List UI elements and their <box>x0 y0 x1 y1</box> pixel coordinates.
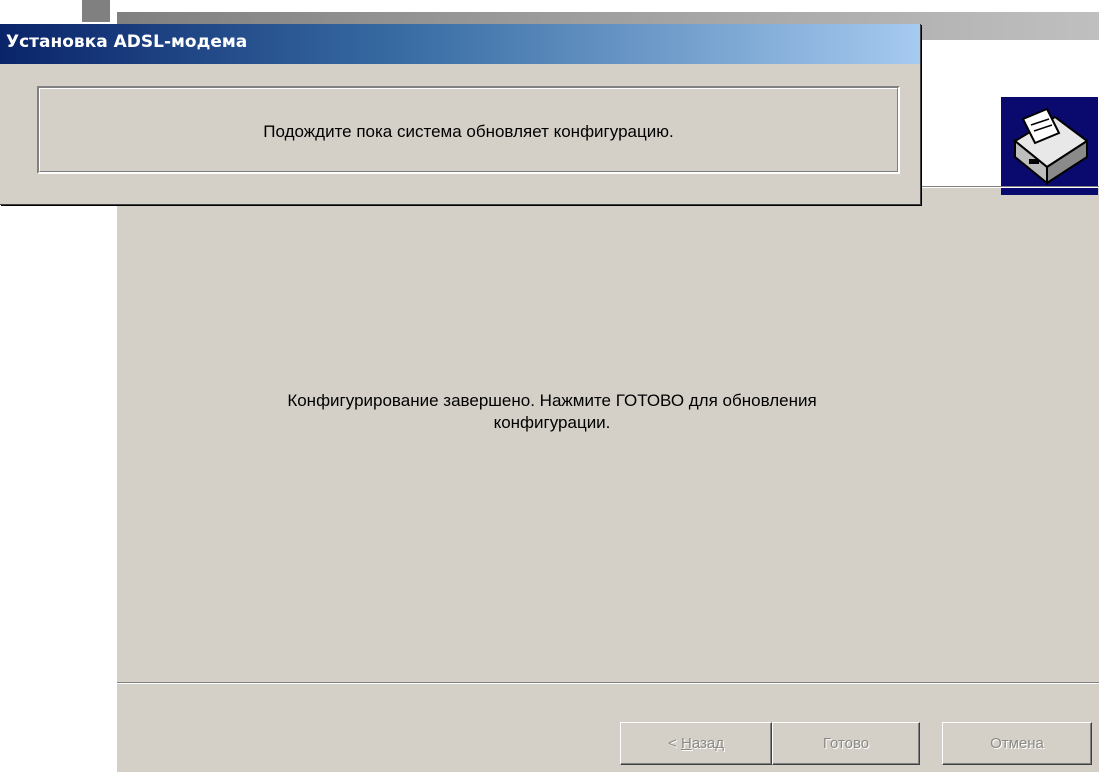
wizard-titlebar-fragment <box>82 0 110 22</box>
dialog-title: Установка ADSL-модема <box>6 32 248 52</box>
back-button-prefix: < <box>668 735 681 752</box>
finish-button-label: Готово <box>822 735 870 752</box>
back-button-mnemonic: Н <box>680 735 692 752</box>
back-button-label: азад <box>691 735 724 752</box>
completion-message: Конфигурирование завершено. Нажмите ГОТО… <box>117 390 987 434</box>
completion-message-line1: Конфигурирование завершено. Нажмите ГОТО… <box>287 391 817 410</box>
dialog-message-panel-inner: Подождите пока система обновляет конфигу… <box>39 88 898 172</box>
cancel-button[interactable]: Отмена <box>942 722 1092 765</box>
dialog-message-panel: Подождите пока система обновляет конфигу… <box>37 86 900 174</box>
footer-divider <box>117 682 1099 684</box>
progress-dialog: Установка ADSL-модема Подождите пока сис… <box>0 24 921 205</box>
cancel-button-label: Отмена <box>990 735 1044 752</box>
hardware-install-icon <box>1001 97 1098 195</box>
completion-message-line2: конфигурации. <box>493 413 611 432</box>
dialog-message: Подождите пока система обновляет конфигу… <box>263 122 674 141</box>
screen: Конфигурирование завершено. Нажмите ГОТО… <box>0 0 1099 772</box>
back-button[interactable]: < Назад <box>620 722 772 765</box>
dialog-titlebar[interactable]: Установка ADSL-модема <box>0 24 920 64</box>
finish-button[interactable]: Готово <box>772 722 920 765</box>
